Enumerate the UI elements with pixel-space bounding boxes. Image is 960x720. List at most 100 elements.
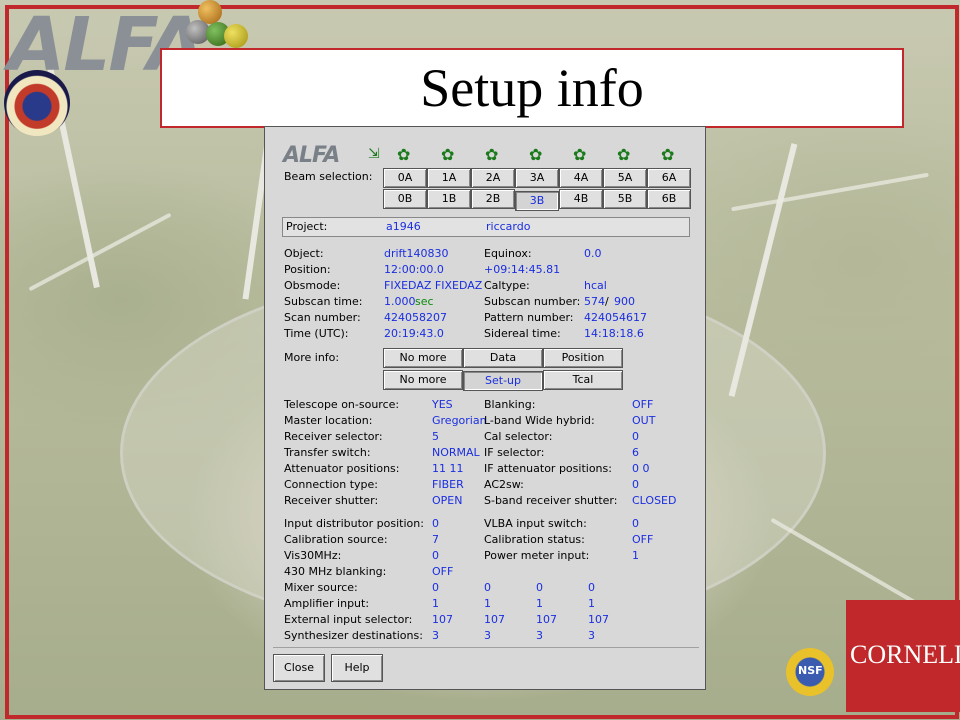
beam-4-icon: ✿: [573, 145, 587, 164]
setup-value: OFF: [632, 533, 654, 546]
resize-corner-icon[interactable]: ⇲: [368, 147, 380, 161]
setup-value: 107: [484, 613, 505, 626]
setup-value: 0: [432, 549, 439, 562]
info-value: 0.0: [584, 247, 602, 260]
cornell-logo: CORNELL: [846, 600, 960, 712]
setup-value: 1: [536, 597, 543, 610]
beam-button-1a[interactable]: 1A: [427, 168, 471, 188]
info-value: 20:19:43.0: [384, 327, 444, 340]
info-value: 1.000: [384, 295, 416, 308]
setup-value: OPEN: [432, 494, 463, 507]
setup-label: Cal selector:: [484, 430, 553, 443]
info-label: Obsmode:: [284, 279, 341, 292]
more-info-label: More info:: [284, 351, 340, 364]
setup-value: 1: [632, 549, 639, 562]
setup-value: YES: [432, 398, 453, 411]
info-value: drift140830: [384, 247, 449, 260]
more-info-data-button[interactable]: Data: [463, 348, 543, 368]
beam-button-2a[interactable]: 2A: [471, 168, 515, 188]
setup-label: Input distributor position:: [284, 517, 424, 530]
info-unit: sec: [415, 295, 434, 308]
info-label: Scan number:: [284, 311, 361, 324]
beam-0-icon: ✿: [397, 145, 411, 164]
setup-label: Telescope on-source:: [284, 398, 400, 411]
info-label: Position:: [284, 263, 331, 276]
beam-button-5a[interactable]: 5A: [603, 168, 647, 188]
beam-button-3b[interactable]: 3B: [515, 191, 559, 211]
setup-label: AC2sw:: [484, 478, 524, 491]
info-label: Caltype:: [484, 279, 530, 292]
info-value: 574: [584, 295, 605, 308]
more-info-no-more-button[interactable]: No more: [383, 370, 463, 390]
setup-value: NORMAL: [432, 446, 480, 459]
divider: [273, 647, 699, 648]
setup-info-window: ALFA ⇲ ✿ ✿ ✿ ✿ ✿ ✿ ✿ Beam selection: 0A 1A 2A 3A 4…: [264, 126, 706, 690]
project-label: Project:: [286, 220, 328, 233]
help-button[interactable]: Help: [331, 654, 383, 682]
more-info-tcal-button[interactable]: Tcal: [543, 370, 623, 390]
close-button[interactable]: Close: [273, 654, 325, 682]
info-value: FIXEDAZ FIXEDAZ: [384, 279, 483, 292]
setup-value: 107: [536, 613, 557, 626]
info-label: Object:: [284, 247, 324, 260]
observatory-seal-icon: [4, 70, 70, 136]
setup-label: Vis30MHz:: [284, 549, 342, 562]
beam-button-4b[interactable]: 4B: [559, 189, 603, 209]
info-label: Sidereal time:: [484, 327, 561, 340]
setup-value: 7: [432, 533, 439, 546]
setup-value: 0: [432, 517, 439, 530]
setup-value: 0: [632, 517, 639, 530]
setup-label: Synthesizer destinations:: [284, 629, 423, 642]
info-label: Subscan number:: [484, 295, 581, 308]
info-value: 424054617: [584, 311, 647, 324]
setup-label: Mixer source:: [284, 581, 358, 594]
setup-label: Receiver shutter:: [284, 494, 379, 507]
setup-value: FIBER: [432, 478, 464, 491]
window-alfa-logo: ALFA: [283, 143, 340, 168]
setup-value: 0: [588, 581, 595, 594]
setup-value: 107: [432, 613, 453, 626]
beam-button-0b[interactable]: 0B: [383, 189, 427, 209]
info-value: 14:18:18.6: [584, 327, 644, 340]
setup-label: L-band Wide hybrid:: [484, 414, 595, 427]
info-label: Pattern number:: [484, 311, 574, 324]
info-label: Subscan time:: [284, 295, 363, 308]
setup-value: 3: [432, 629, 439, 642]
info-label: Time (UTC):: [284, 327, 349, 340]
setup-value: 0 0: [632, 462, 650, 475]
setup-label: Receiver selector:: [284, 430, 383, 443]
beam-button-6b[interactable]: 6B: [647, 189, 691, 209]
cornell-logo-text: CORNELL: [850, 640, 960, 669]
setup-value: 107: [588, 613, 609, 626]
setup-value: Gregorian: [432, 414, 487, 427]
beam-selection-label: Beam selection:: [284, 170, 373, 183]
more-info-set-up-button[interactable]: Set-up: [463, 371, 543, 391]
setup-value: 0: [632, 478, 639, 491]
setup-value: 6: [632, 446, 639, 459]
nsf-logo-text: NSF: [798, 664, 823, 677]
setup-label: S-band receiver shutter:: [484, 494, 618, 507]
info-value: 424058207: [384, 311, 447, 324]
beam-1-icon: ✿: [441, 145, 455, 164]
setup-value: 0: [536, 581, 543, 594]
project-user: riccardo: [486, 220, 531, 233]
beam-button-6a[interactable]: 6A: [647, 168, 691, 188]
more-info-position-button[interactable]: Position: [543, 348, 623, 368]
beam-2-icon: ✿: [485, 145, 499, 164]
beam-button-5b[interactable]: 5B: [603, 189, 647, 209]
setup-label: Calibration status:: [484, 533, 585, 546]
beam-button-4a[interactable]: 4A: [559, 168, 603, 188]
more-info-no-more-button[interactable]: No more: [383, 348, 463, 368]
setup-value: OFF: [432, 565, 454, 578]
beam-button-1b[interactable]: 1B: [427, 189, 471, 209]
beam-button-0a[interactable]: 0A: [383, 168, 427, 188]
info-separator: /: [605, 295, 609, 308]
setup-label: Connection type:: [284, 478, 379, 491]
setup-value: 0: [632, 430, 639, 443]
beam-button-3a[interactable]: 3A: [515, 168, 559, 188]
setup-label: Attenuator positions:: [284, 462, 400, 475]
nsf-logo-icon: NSF: [786, 648, 834, 696]
beam-button-2b[interactable]: 2B: [471, 189, 515, 209]
setup-value: OUT: [632, 414, 656, 427]
setup-label: Calibration source:: [284, 533, 388, 546]
